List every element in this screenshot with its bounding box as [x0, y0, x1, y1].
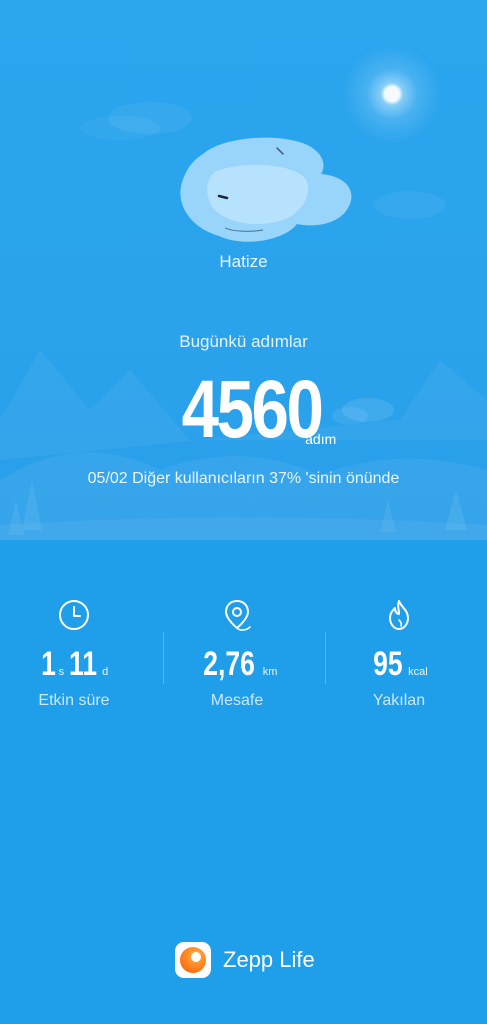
- active-time-minutes-unit: d: [102, 666, 109, 678]
- stat-calories[interactable]: 95 kcal Yakılan: [334, 598, 464, 710]
- stat-distance[interactable]: 2,76 km Mesafe: [172, 598, 302, 710]
- calories-value: 95: [373, 645, 403, 683]
- active-time-label: Etkin süre: [38, 692, 110, 709]
- hero-panel: Hatize Bugünkü adımlar 4560adım 05/02 Di…: [0, 0, 487, 540]
- calories-value-row: 95 kcal: [334, 644, 464, 684]
- username[interactable]: Hatize: [0, 252, 487, 272]
- flame-icon: [389, 600, 409, 630]
- active-time-hours-unit: s: [58, 666, 65, 678]
- avatar[interactable]: [175, 132, 357, 250]
- active-time-minutes: 11: [69, 645, 98, 683]
- stat-divider: [163, 632, 164, 684]
- distance-value: 2,76: [202, 645, 255, 683]
- brand-name: Zepp Life: [223, 947, 315, 972]
- active-time-hours: 1: [40, 645, 56, 683]
- distance-label: Mesafe: [210, 692, 264, 709]
- active-time-value: 1 s 11 d: [9, 644, 139, 684]
- location-pin-icon: [225, 600, 251, 631]
- sun-icon: [331, 42, 453, 146]
- clock-icon: [59, 600, 89, 630]
- steps-caption: Bugünkü adımlar: [179, 332, 308, 351]
- stat-divider: [325, 632, 326, 684]
- distance-unit: km: [262, 666, 278, 678]
- steps-summary[interactable]: 4560adım: [0, 366, 487, 454]
- steps-value: 4560: [181, 364, 323, 455]
- stat-active-time[interactable]: 1 s 11 d Etkin süre: [9, 598, 139, 710]
- calories-unit: kcal: [408, 666, 428, 678]
- calories-label: Yakılan: [372, 692, 426, 709]
- distance-value-row: 2,76 km: [172, 644, 302, 684]
- brand-footer: Zepp Life: [175, 941, 315, 979]
- zepp-life-logo-icon: [175, 942, 211, 978]
- rank-text: 05/02 Diğer kullanıcıların 37% 'sinin ön…: [87, 470, 400, 487]
